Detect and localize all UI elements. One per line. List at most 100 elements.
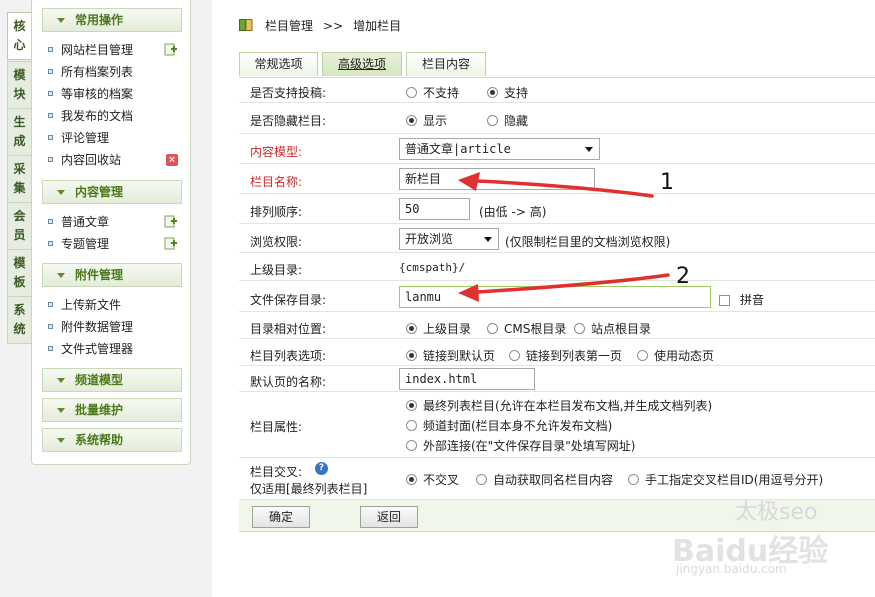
menu-item-comments[interactable]: 评论管理	[48, 128, 188, 148]
menu-group-attachments[interactable]: 附件管理	[42, 263, 182, 287]
vtab-generate[interactable]: 生成	[7, 108, 31, 156]
menu-item-label: 我发布的文档	[61, 109, 134, 123]
field-label: 栏目列表选项:	[250, 349, 327, 363]
tab-label: 高级选项	[337, 57, 386, 71]
radio-dynamic-page[interactable]: 使用动态页	[637, 347, 714, 364]
bullet-icon	[48, 157, 53, 162]
radio-parent-dir[interactable]: 上级目录	[406, 320, 471, 337]
menu-group-common[interactable]: 常用操作	[42, 8, 182, 32]
help-icon[interactable]: ?	[315, 462, 328, 475]
radio-label: 显示	[423, 114, 448, 128]
radio-link-default[interactable]: 链接到默认页	[406, 347, 495, 364]
menu-item-label: 评论管理	[61, 131, 110, 145]
radio-site-root[interactable]: 站点根目录	[574, 320, 651, 337]
column-name-input[interactable]: 新栏目	[399, 168, 595, 190]
vtab-member[interactable]: 会员	[7, 202, 31, 250]
menu-item-pending-docs[interactable]: 等审核的档案	[48, 84, 188, 104]
select-value: 普通文章|article	[405, 142, 511, 156]
field-label: 栏目名称:	[250, 175, 303, 189]
default-page-input[interactable]: index.html	[399, 368, 535, 390]
breadcrumb-root[interactable]: 栏目管理	[265, 19, 313, 33]
breadcrumb-current: 增加栏目	[353, 19, 402, 33]
input-value: 新栏目	[405, 172, 442, 186]
row-save-dir: 文件保存目录: lanmu 拼音	[239, 282, 875, 312]
radio-manual-cross[interactable]: 手工指定交叉栏目ID(用逗号分开)	[628, 471, 823, 488]
add-icon[interactable]	[164, 237, 177, 250]
radio-icon	[637, 350, 648, 361]
radio-label: 使用动态页	[654, 349, 715, 363]
menu-item-recycle-bin[interactable]: 内容回收站 ×	[48, 150, 188, 170]
bullet-icon	[48, 219, 53, 224]
menu-item-topics[interactable]: 专题管理	[48, 234, 188, 254]
row-hide-column: 是否隐藏栏目: 显示 隐藏	[239, 104, 875, 134]
field-label: 排列顺序:	[250, 205, 303, 219]
field-label: 是否支持投稿:	[250, 86, 327, 100]
menu-group-help[interactable]: 系统帮助	[42, 428, 182, 452]
radio-label: 链接到列表第一页	[526, 349, 623, 363]
sort-order-input[interactable]: 50	[399, 198, 470, 220]
menu-group-channel-model[interactable]: 频道模型	[42, 368, 182, 392]
radio-no-cross[interactable]: 不交叉	[406, 471, 459, 488]
radio-show[interactable]: 显示	[406, 112, 447, 129]
row-allow-submit: 是否支持投稿: 不支持 支持	[239, 77, 875, 103]
radio-hide[interactable]: 隐藏	[487, 112, 528, 129]
back-button[interactable]: 返回	[360, 506, 418, 528]
menu-group-batch[interactable]: 批量维护	[42, 398, 182, 422]
radio-cms-root[interactable]: CMS根目录	[487, 320, 566, 337]
row-relative-position: 目录相对位置: 上级目录 CMS根目录 站点根目录	[239, 313, 875, 339]
radio-auto-cross[interactable]: 自动获取同名栏目内容	[476, 471, 613, 488]
radio-label: 外部连接(在"文件保存目录"处填写网址)	[423, 439, 636, 453]
row-default-page: 默认页的名称: index.html	[239, 367, 875, 392]
menu-item-label: 网站栏目管理	[61, 43, 134, 57]
menu-group-content[interactable]: 内容管理	[42, 180, 182, 204]
radio-channel-cover[interactable]: 频道封面(栏目本身不允许发布文档)	[406, 417, 612, 434]
radio-not-allow[interactable]: 不支持	[406, 84, 459, 101]
field-label: 目录相对位置:	[250, 322, 327, 336]
menu-item-articles[interactable]: 普通文章	[48, 212, 188, 232]
annotation-number-1: 1	[660, 170, 674, 195]
vtab-system[interactable]: 系统	[7, 296, 31, 344]
tab-general[interactable]: 常规选项	[239, 52, 318, 76]
vtab-template[interactable]: 模板	[7, 249, 31, 297]
menu-item-all-docs[interactable]: 所有档案列表	[48, 62, 188, 82]
menu-item-file-manager[interactable]: 文件式管理器	[48, 339, 188, 359]
menu-item-attachment-data[interactable]: 附件数据管理	[48, 317, 188, 337]
radio-icon	[406, 440, 417, 451]
bullet-icon	[48, 135, 53, 140]
radio-icon	[574, 323, 585, 334]
vtab-collect[interactable]: 采集	[7, 155, 31, 203]
bullet-icon	[48, 241, 53, 246]
vtab-module[interactable]: 模块	[7, 61, 31, 109]
vtab-label: 生成	[13, 115, 26, 148]
radio-label: 支持	[504, 86, 529, 100]
bullet-icon	[48, 113, 53, 118]
menu-item-my-docs[interactable]: 我发布的文档	[48, 106, 188, 126]
radio-label: 手工指定交叉栏目ID(用逗号分开)	[645, 473, 824, 487]
vtab-label: 模块	[13, 68, 26, 101]
radio-allow[interactable]: 支持	[487, 84, 528, 101]
bullet-icon	[48, 346, 53, 351]
menu-item-column-manage[interactable]: 网站栏目管理	[48, 40, 188, 60]
clear-icon[interactable]: ×	[166, 154, 178, 166]
chevron-down-icon	[585, 147, 593, 152]
add-icon[interactable]	[164, 43, 177, 56]
save-dir-input[interactable]: lanmu	[399, 286, 711, 308]
radio-external-link[interactable]: 外部连接(在"文件保存目录"处填写网址)	[406, 437, 635, 454]
parent-dir-value: {cmspath}/	[399, 261, 466, 274]
radio-final-list[interactable]: 最终列表栏目(允许在本栏目发布文档,并生成文档列表)	[406, 397, 712, 414]
chevron-down-icon	[57, 408, 65, 413]
confirm-button[interactable]: 确定	[252, 506, 310, 528]
add-icon[interactable]	[164, 215, 177, 228]
bullet-icon	[48, 302, 53, 307]
menu-item-upload[interactable]: 上传新文件	[48, 295, 188, 315]
pinyin-checkbox[interactable]: 拼音	[719, 291, 764, 308]
vtab-core[interactable]: 核心	[7, 12, 31, 60]
radio-label: CMS根目录	[504, 322, 567, 336]
watermark-url: jingyan.baidu.com	[676, 562, 787, 576]
tab-advanced[interactable]: 高级选项	[322, 52, 402, 76]
row-column-name: 栏目名称: 新栏目	[239, 165, 875, 194]
browse-permission-select[interactable]: 开放浏览	[399, 228, 499, 250]
tab-column-content[interactable]: 栏目内容	[406, 52, 486, 76]
content-model-select[interactable]: 普通文章|article	[399, 138, 600, 160]
radio-link-first-page[interactable]: 链接到列表第一页	[509, 347, 622, 364]
